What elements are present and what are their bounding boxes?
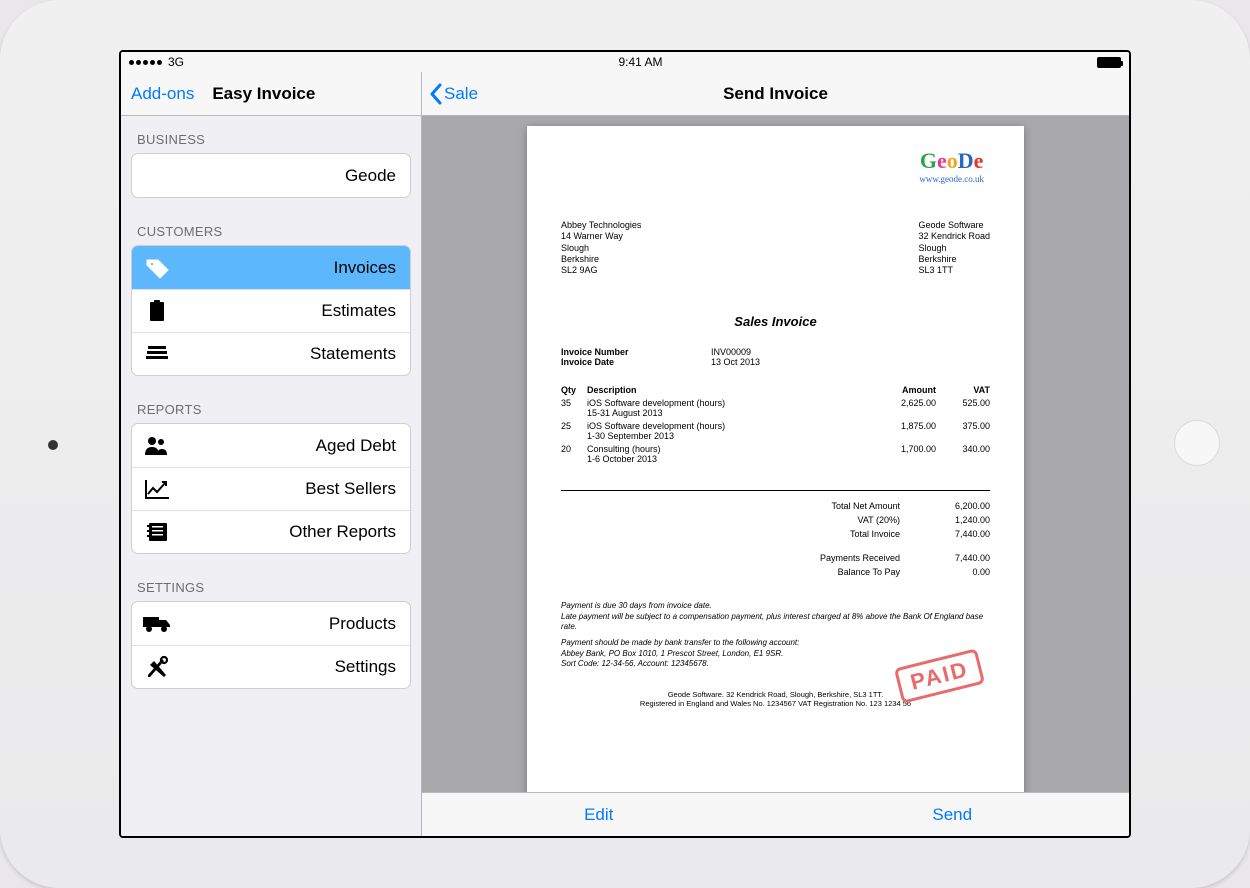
sidebar-item-label: Other Reports <box>172 522 396 542</box>
payment-terms: Payment is due 30 days from invoice date… <box>561 601 990 669</box>
screen: 3G 9:41 AM Add-ons Easy Invoice BUSINESS… <box>119 50 1131 838</box>
business-row[interactable]: Geode <box>132 154 410 197</box>
to-street: 14 Warner Way <box>561 231 641 242</box>
to-county: Berkshire <box>561 254 641 265</box>
logo-url: www.geode.co.uk <box>919 174 984 184</box>
sidebar-item-best-sellers[interactable]: Best Sellers <box>132 467 410 510</box>
sidebar-item-label: Invoices <box>172 258 396 278</box>
invoice-date: 13 Oct 2013 <box>711 357 760 367</box>
sidebar-item-settings[interactable]: Settings <box>132 645 410 688</box>
section-reports: REPORTS <box>121 386 421 423</box>
edit-button[interactable]: Edit <box>422 793 776 836</box>
sidebar-item-statements[interactable]: Statements <box>132 332 410 375</box>
business-value: Geode <box>142 166 396 186</box>
truck-icon <box>142 614 172 634</box>
invoice-date-label: Invoice Date <box>561 357 711 367</box>
section-settings: SETTINGS <box>121 564 421 601</box>
sidebar-item-label: Settings <box>172 657 396 677</box>
carrier-label: 3G <box>168 55 184 69</box>
addons-button[interactable]: Add-ons <box>131 84 194 104</box>
bill-from: Geode Software 32 Kendrick Road Slough B… <box>918 220 990 276</box>
chart-line-icon <box>142 478 172 500</box>
to-name: Abbey Technologies <box>561 220 641 231</box>
col-vat: VAT <box>936 385 990 395</box>
people-icon <box>142 435 172 457</box>
sidebar: Add-ons Easy Invoice BUSINESS Geode CUST… <box>121 72 422 836</box>
sidebar-item-label: Products <box>172 614 396 634</box>
status-bar: 3G 9:41 AM <box>121 52 1129 72</box>
bill-to: Abbey Technologies 14 Warner Way Slough … <box>561 220 641 276</box>
notebook-icon <box>142 521 172 543</box>
line-item: 25 iOS Software development (hours)1-30 … <box>561 421 990 441</box>
camera-dot <box>48 440 58 450</box>
col-amount: Amount <box>876 385 936 395</box>
invoice-number: INV00009 <box>711 347 751 357</box>
chevron-left-icon <box>428 83 442 105</box>
sidebar-header: Add-ons Easy Invoice <box>121 72 421 116</box>
items-header: Qty Description Amount VAT <box>561 385 990 395</box>
from-county: Berkshire <box>918 254 990 265</box>
tools-icon <box>142 655 172 679</box>
ipad-frame: 3G 9:41 AM Add-ons Easy Invoice BUSINESS… <box>0 0 1250 888</box>
invoice-meta: Invoice NumberINV00009 Invoice Date13 Oc… <box>561 347 990 367</box>
sidebar-item-other-reports[interactable]: Other Reports <box>132 510 410 553</box>
clock: 9:41 AM <box>618 55 662 69</box>
line-item: 35 iOS Software development (hours)15-31… <box>561 398 990 418</box>
clipboard-icon <box>142 299 172 323</box>
home-button[interactable] <box>1174 420 1220 466</box>
detail-pane: Sale Send Invoice GeoDe www.geode.co.uk … <box>422 72 1129 836</box>
sidebar-item-label: Estimates <box>172 301 396 321</box>
sidebar-item-products[interactable]: Products <box>132 602 410 645</box>
documents-icon <box>142 344 172 364</box>
detail-header: Sale Send Invoice <box>422 72 1129 116</box>
sidebar-item-label: Aged Debt <box>172 436 396 456</box>
sidebar-item-label: Best Sellers <box>172 479 396 499</box>
totals: Total Net Amount6,200.00 VAT (20%)1,240.… <box>561 501 990 577</box>
detail-toolbar: Edit Send <box>422 792 1129 836</box>
sidebar-title: Easy Invoice <box>212 84 315 104</box>
back-label: Sale <box>444 84 478 104</box>
from-city: Slough <box>918 243 990 254</box>
sidebar-item-estimates[interactable]: Estimates <box>132 289 410 332</box>
send-button[interactable]: Send <box>776 793 1130 836</box>
sidebar-item-label: Statements <box>172 344 396 364</box>
battery-icon <box>1097 57 1121 68</box>
from-street: 32 Kendrick Road <box>918 231 990 242</box>
divider <box>561 490 990 491</box>
company-logo: GeoDe www.geode.co.uk <box>919 148 984 184</box>
from-postcode: SL3 1TT <box>918 265 990 276</box>
section-business: BUSINESS <box>121 116 421 153</box>
col-desc: Description <box>587 385 876 395</box>
invoice-preview-area: GeoDe www.geode.co.uk Abbey Technologies… <box>422 116 1129 792</box>
signal-icon <box>129 60 162 65</box>
from-name: Geode Software <box>918 220 990 231</box>
back-button[interactable]: Sale <box>422 83 478 105</box>
line-item: 20 Consulting (hours)1-6 October 2013 1,… <box>561 444 990 464</box>
detail-title: Send Invoice <box>422 84 1129 104</box>
invoice-heading: Sales Invoice <box>561 314 990 329</box>
invoice-page: GeoDe www.geode.co.uk Abbey Technologies… <box>527 126 1024 792</box>
price-tag-icon <box>142 257 172 279</box>
col-qty: Qty <box>561 385 587 395</box>
section-customers: CUSTOMERS <box>121 208 421 245</box>
invoice-number-label: Invoice Number <box>561 347 711 357</box>
to-city: Slough <box>561 243 641 254</box>
sidebar-item-invoices[interactable]: Invoices <box>132 246 410 289</box>
to-postcode: SL2 9AG <box>561 265 641 276</box>
sidebar-item-aged-debt[interactable]: Aged Debt <box>132 424 410 467</box>
